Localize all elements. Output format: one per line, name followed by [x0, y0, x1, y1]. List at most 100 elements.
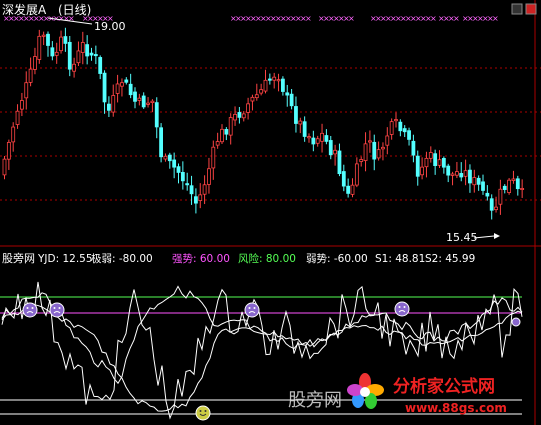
candle-body [463, 170, 468, 177]
candle-body [346, 185, 351, 194]
candle-body [485, 192, 490, 197]
signal-marker: × [453, 14, 460, 23]
candle-body [259, 89, 264, 94]
candle-body [389, 121, 394, 135]
small-face-icon [511, 317, 521, 327]
security-title: 深发展A [2, 2, 47, 17]
signal-marker: × [305, 14, 312, 23]
indicator-value-6: S2: 45.99 [425, 253, 475, 265]
s1-line [1, 285, 523, 385]
candle-body [250, 96, 255, 102]
candle-body [415, 155, 420, 177]
candle-body [367, 140, 372, 143]
candle-body [411, 140, 416, 156]
candle-body [476, 177, 481, 185]
candle-body [33, 56, 37, 70]
candle-body [254, 94, 259, 99]
candle-body [341, 171, 346, 187]
watermark: 股旁网 分析家公式网 www.88gs.com [288, 373, 507, 415]
frown-face-icon [244, 302, 260, 318]
watermark-url: www.88gs.com [405, 401, 507, 415]
frown-face-icon [49, 302, 65, 318]
candle-body [285, 92, 290, 96]
candle-body [159, 127, 164, 158]
candle-body [320, 132, 324, 142]
settings-icon[interactable] [511, 3, 523, 15]
candle-body [424, 157, 429, 168]
indicator-value-5: S1: 48.81 [375, 253, 425, 265]
candle-body [189, 185, 194, 195]
candle-body [515, 178, 520, 190]
candle-body [211, 146, 216, 169]
candle-body [381, 146, 385, 150]
candle-body [63, 36, 68, 44]
candle-body [354, 163, 359, 186]
candle-body [146, 102, 150, 105]
indicator-value-0: YJD: 12.55 [37, 253, 93, 265]
low-price-label: 15.45 [446, 231, 478, 244]
candle-body [172, 159, 177, 168]
low-arrow-head [494, 233, 500, 239]
candle-body [350, 184, 355, 195]
candle-body [37, 35, 42, 60]
candle-body [428, 152, 433, 159]
candle-body [215, 141, 220, 146]
candle-body [176, 166, 181, 173]
candle-body [454, 171, 459, 176]
frown-face-icon [22, 302, 38, 318]
candle-body [67, 41, 72, 70]
indicator-name: 股旁网 [2, 251, 35, 265]
candle-body [233, 113, 237, 121]
main-chart-grid [0, 67, 541, 201]
candle-body [76, 50, 81, 64]
period-label: (日线) [58, 3, 91, 17]
indicator-value-4: 弱势: -60.00 [306, 252, 368, 265]
candle-body [6, 142, 11, 160]
candle-body [2, 158, 7, 176]
candle-body [28, 68, 33, 83]
candle-body [481, 181, 485, 191]
candle-body [441, 158, 446, 168]
candle-body [115, 83, 120, 94]
candle-body [198, 194, 203, 201]
smile-face-icon [195, 405, 211, 421]
candle-body [11, 126, 16, 143]
candle-body [50, 47, 55, 57]
candle-body [394, 119, 398, 122]
candle-body [267, 78, 272, 81]
candle-body [15, 110, 20, 125]
candle-body [511, 178, 516, 181]
candle-body [272, 76, 277, 81]
candle-body [124, 79, 129, 83]
yjd-line [1, 281, 523, 420]
candle-body [450, 173, 455, 176]
candle-body [133, 91, 137, 102]
candle-body [154, 102, 159, 128]
candle-body [294, 106, 298, 124]
close-icon[interactable] [525, 3, 537, 15]
candle-body [307, 136, 311, 139]
candle-body [237, 112, 242, 118]
candle-body [333, 149, 338, 155]
candle-body [59, 36, 63, 52]
window-controls[interactable] [511, 3, 537, 15]
indicator-values: YJD: 12.55极弱: -80.00 强势: 60.00 风险: 80.00 弱势… [37, 252, 475, 265]
candle-body [120, 82, 124, 87]
candle-body [289, 93, 294, 107]
candle-body [167, 154, 172, 162]
candle-body [89, 52, 94, 56]
candle-body [494, 206, 498, 211]
candle-body [263, 79, 268, 92]
candle-body [489, 198, 494, 211]
candle-body [468, 169, 472, 184]
candle-body [407, 130, 411, 140]
candle-body [298, 120, 303, 125]
candle-body [315, 138, 320, 144]
candle-body [446, 165, 451, 176]
candle-body [363, 143, 368, 161]
candle-body [107, 103, 111, 111]
candle-body [224, 129, 229, 135]
candle-body [228, 117, 233, 136]
candle-body [193, 196, 198, 204]
candle-body [502, 185, 507, 190]
